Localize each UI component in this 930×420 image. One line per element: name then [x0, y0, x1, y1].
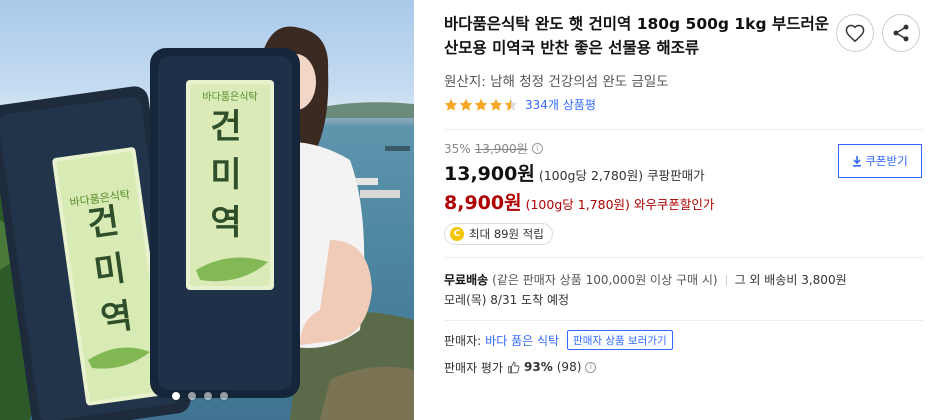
product-page: 바다품은식탁 바다품은식탁 건미역 건미역 바다품은식탁 완도 햇 건미역 18…: [0, 0, 930, 420]
product-title: 바다품은식탁 완도 햇 건미역 180g 500g 1kg 부드러운 산모용 미…: [444, 15, 830, 57]
wow-coupon-label: 와우쿠폰할인가: [633, 197, 715, 212]
seller-line: 판매자: 바다 품은 식탁 판매자 상품 보러가기: [444, 329, 924, 351]
coupon-button-label: 쿠폰받기: [865, 154, 908, 168]
product-image[interactable]: 바다품은식탁 바다품은식탁 건미역 건미역: [0, 0, 414, 420]
carousel-dot[interactable]: [220, 392, 228, 400]
download-icon: [853, 155, 862, 167]
heart-icon: [845, 24, 865, 42]
divider: [725, 274, 727, 286]
package-label-char: 역: [98, 296, 135, 340]
product-rating[interactable]: 334개 상품평: [444, 96, 924, 113]
share-icon: [893, 24, 909, 42]
star-icon: [489, 98, 503, 111]
wishlist-button[interactable]: [836, 14, 874, 52]
carousel-dots[interactable]: [172, 392, 228, 400]
price-block: 35% 13,900원 i 13,900원 (100g당 2,780원) 쿠팡판…: [444, 140, 924, 215]
coupon-download-button[interactable]: 쿠폰받기: [838, 144, 922, 178]
carousel-dot[interactable]: [188, 392, 196, 400]
package-label-char: 미: [210, 155, 241, 195]
package-label-right: 건미역: [210, 107, 241, 243]
seller-name-link[interactable]: 바다 품은 식탁: [485, 332, 559, 349]
carousel-dot[interactable]: [204, 392, 212, 400]
seller-rating-count: (98): [556, 360, 582, 374]
package-brand-2: 바다품은식탁: [202, 91, 257, 103]
shipping-condition: (같은 판매자 상품 100,000원 이상 구매 시): [492, 273, 718, 287]
seller-rating-label: 판매자 평가: [444, 360, 504, 375]
divider: [444, 129, 924, 130]
carousel-dot[interactable]: [172, 392, 180, 400]
share-button[interactable]: [882, 14, 920, 52]
divider: [444, 257, 924, 258]
thumbs-up-icon: [508, 361, 520, 373]
package-label-char: 건: [85, 201, 122, 245]
sale-unit-price: (100g당 2,780원): [538, 168, 644, 183]
package-label-char: 미: [92, 248, 129, 292]
view-seller-products-button[interactable]: 판매자 상품 보러가기: [567, 330, 673, 350]
product-info: 바다품은식탁 완도 햇 건미역 180g 500g 1kg 부드러운 산모용 미…: [444, 12, 924, 377]
star-icon: [504, 98, 518, 111]
info-icon[interactable]: i: [531, 143, 543, 154]
product-photo-illustration: 바다품은식탁 바다품은식탁 건미역 건미역: [0, 26, 414, 420]
seller-rating-percent: 93%: [524, 360, 553, 374]
seller-rating-line: 판매자 평가 93% (98) i: [444, 357, 924, 377]
seller-block: 판매자: 바다 품은 식탁 판매자 상품 보러가기 판매자 평가 93% (98…: [444, 329, 924, 377]
package-label-char: 역: [210, 203, 241, 243]
star-icon: [474, 98, 488, 111]
star-icon: [459, 98, 473, 111]
star-icon: [444, 98, 458, 111]
other-shipping-fee: 그 외 배송비 3,800원: [734, 273, 847, 287]
divider: [444, 320, 924, 321]
review-count-link[interactable]: 334개 상품평: [525, 96, 596, 113]
wow-price: 8,900원: [444, 192, 522, 214]
discount-rate: 35%: [444, 141, 471, 156]
points-badge: C 최대 89원 적립: [444, 223, 553, 245]
original-price: 13,900원: [474, 142, 528, 156]
points-text: 최대 89원 적립: [469, 227, 544, 241]
arrival-date: 모레(목) 8/31 도착 예정: [444, 293, 570, 307]
seller-type-label: 쿠팡판매가: [647, 168, 705, 183]
shipping-line: 무료배송 (같은 판매자 상품 100,000원 이상 구매 시) 그 외 배송…: [444, 270, 924, 290]
free-shipping-label: 무료배송: [444, 273, 489, 287]
rating-stars: [444, 98, 518, 112]
package-label-char: 건: [210, 107, 241, 147]
product-origin: 원산지: 남해 청정 건강의섬 완도 금일도: [444, 74, 669, 90]
title-actions: [836, 14, 920, 52]
shipping-block: 무료배송 (같은 판매자 상품 100,000원 이상 구매 시) 그 외 배송…: [444, 270, 924, 310]
wow-unit-price: (100g당 1,780원): [525, 197, 630, 212]
info-icon[interactable]: i: [585, 361, 597, 373]
sale-price: 13,900원: [444, 163, 535, 185]
wow-price-line: 8,900원 (100g당 1,780원) 와우쿠폰할인가: [444, 188, 924, 215]
coin-icon: C: [450, 227, 464, 241]
seller-label: 판매자:: [444, 333, 482, 348]
